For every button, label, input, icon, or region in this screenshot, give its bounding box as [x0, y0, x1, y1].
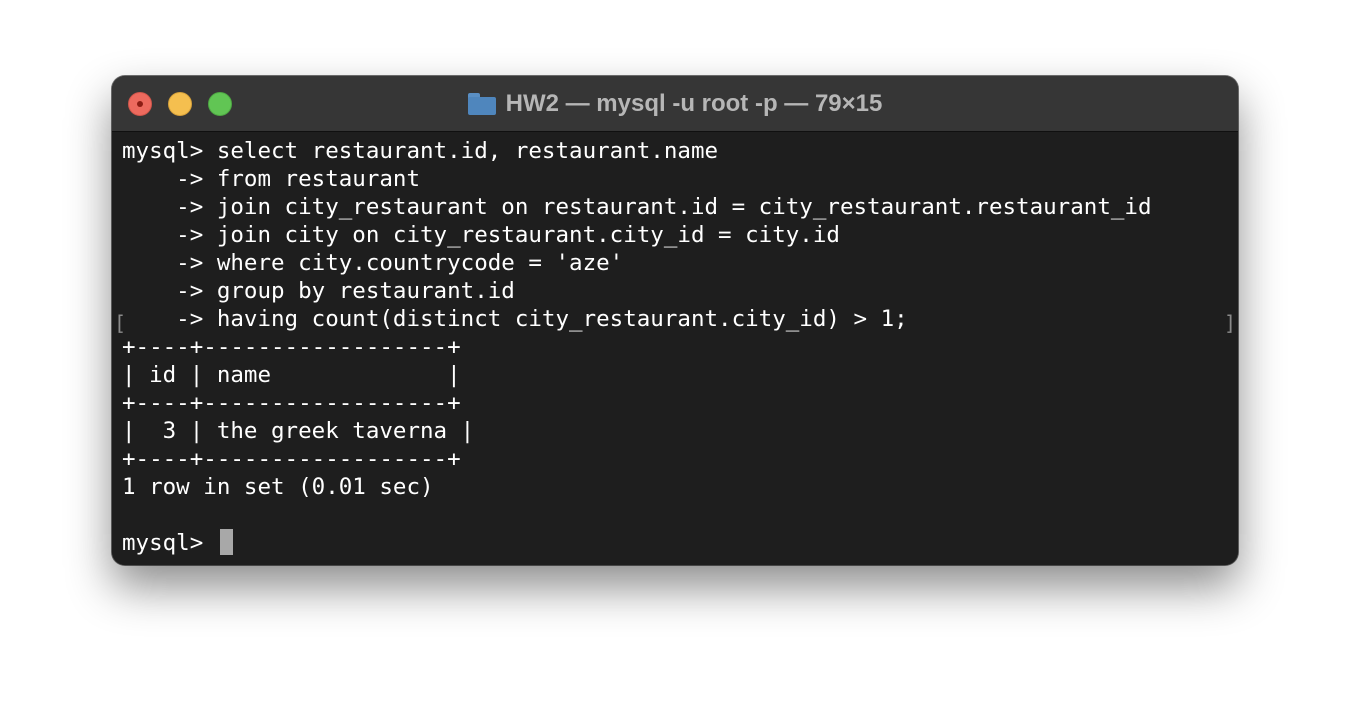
folder-icon	[467, 93, 496, 115]
terminal-prompt: mysql>	[122, 530, 217, 556]
terminal-line: +----+------------------+	[122, 446, 461, 472]
terminal-line: | 3 | the greek taverna |	[122, 418, 475, 444]
title-bar[interactable]: HW2 — mysql -u root -p — 79×15	[112, 76, 1238, 132]
terminal-line: -> join city on city_restaurant.city_id …	[122, 222, 840, 248]
terminal-window: HW2 — mysql -u root -p — 79×15 mysql> se…	[112, 76, 1238, 565]
terminal-line: -> having count(distinct city_restaurant…	[122, 306, 908, 332]
terminal-line: -> where city.countrycode = 'aze'	[122, 250, 624, 276]
mark-bracket-left: [	[114, 311, 127, 335]
terminal-line: | id | name |	[122, 362, 461, 388]
terminal-line: +----+------------------+	[122, 390, 461, 416]
text-cursor	[220, 529, 233, 555]
terminal-line: mysql> select restaurant.id, restaurant.…	[122, 138, 719, 164]
terminal-line: -> join city_restaurant on restaurant.id…	[122, 194, 1152, 220]
terminal-line: +----+------------------+	[122, 334, 461, 360]
terminal-line: 1 row in set (0.01 sec)	[122, 474, 434, 500]
window-title: HW2 — mysql -u root -p — 79×15	[505, 90, 883, 117]
mark-bracket-right: ]	[1223, 311, 1236, 335]
window-title-group: HW2 — mysql -u root -p — 79×15	[112, 76, 1238, 132]
terminal-content[interactable]: mysql> select restaurant.id, restaurant.…	[112, 133, 1238, 565]
terminal-line: -> group by restaurant.id	[122, 278, 515, 304]
terminal-line: -> from restaurant	[122, 166, 421, 192]
